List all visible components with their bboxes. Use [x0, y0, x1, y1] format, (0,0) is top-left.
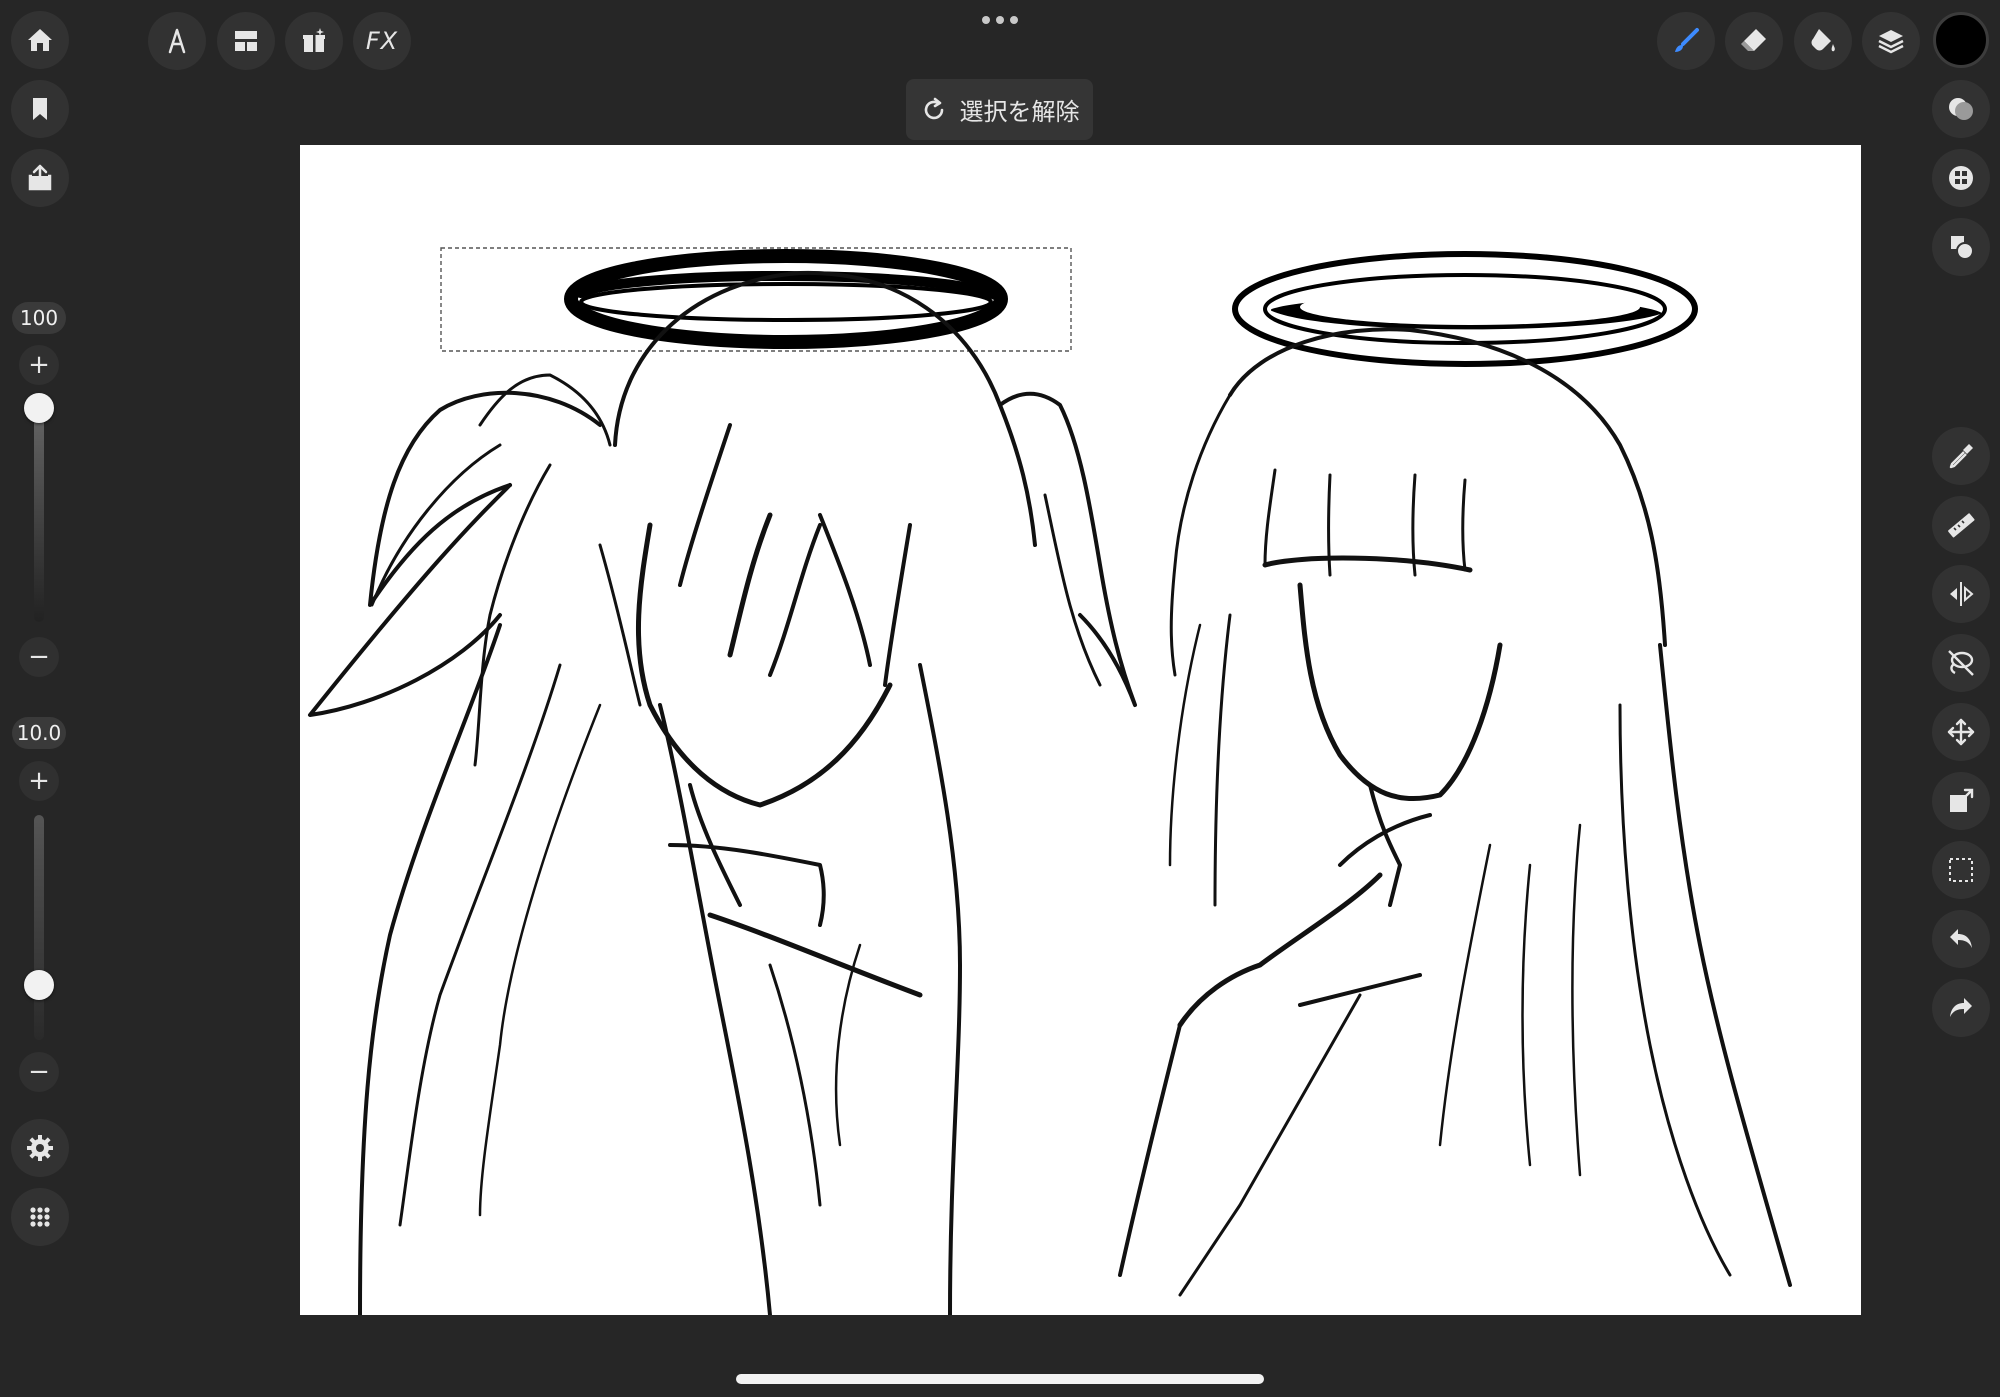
- bookmark-icon: [33, 98, 47, 120]
- deselect-label: 選択を解除: [959, 98, 1080, 126]
- layout-button[interactable]: [217, 12, 275, 70]
- transform-button[interactable]: [1932, 772, 1990, 830]
- ruler-button[interactable]: [1932, 496, 1990, 554]
- move-button[interactable]: [1932, 703, 1990, 761]
- size-value: 10.0: [12, 717, 66, 749]
- eraser-icon: [1741, 29, 1766, 51]
- ruler-icon: [1948, 513, 1975, 538]
- ellipsis-icon[interactable]: [978, 8, 1022, 32]
- layout-icon: [235, 31, 257, 51]
- opacity-minus-button[interactable]: −: [19, 637, 59, 677]
- shape-overlap-button[interactable]: [1932, 218, 1990, 276]
- bookmark-button[interactable]: [11, 80, 69, 138]
- home-icon: [28, 29, 52, 51]
- home-indicator[interactable]: [736, 1374, 1264, 1384]
- layers-button[interactable]: [1862, 12, 1920, 70]
- blend-icon: [1949, 98, 1973, 120]
- settings-icon: [27, 1135, 53, 1161]
- redo-button[interactable]: [1932, 979, 1990, 1037]
- drawing-canvas[interactable]: [300, 145, 1861, 1315]
- lasso-button[interactable]: [1932, 634, 1990, 692]
- shape-overlap-icon: [1951, 236, 1974, 260]
- apps-grid-icon: [30, 1207, 50, 1227]
- symmetry-button[interactable]: [1932, 565, 1990, 623]
- fx-button[interactable]: FX: [353, 12, 411, 70]
- transform-icon: [1950, 788, 1974, 812]
- blend-button[interactable]: [1932, 80, 1990, 138]
- text-tool-button[interactable]: [148, 12, 206, 70]
- move-icon: [1947, 718, 1975, 746]
- deselect-button[interactable]: 選択を解除: [906, 79, 1093, 140]
- lasso-icon: [1948, 650, 1974, 676]
- texture-icon: [1949, 166, 1973, 190]
- refresh-icon: [924, 97, 943, 119]
- layers-icon: [1878, 30, 1904, 54]
- fill-button[interactable]: [1794, 12, 1852, 70]
- settings-button[interactable]: [11, 1119, 69, 1177]
- fill-bucket-icon: [1811, 29, 1835, 52]
- eyedropper-button[interactable]: [1932, 427, 1990, 485]
- undo-button[interactable]: [1932, 910, 1990, 968]
- selection-icon: [1949, 858, 1973, 882]
- opacity-slider-track[interactable]: [34, 405, 44, 622]
- size-minus-button[interactable]: −: [19, 1052, 59, 1092]
- opacity-slider-knob[interactable]: [24, 393, 54, 423]
- opacity-value: 100: [12, 302, 66, 334]
- eyedropper-icon: [1949, 444, 1973, 469]
- size-slider-knob[interactable]: [24, 970, 54, 1000]
- texture-button[interactable]: [1932, 149, 1990, 207]
- apps-button[interactable]: [11, 1188, 69, 1246]
- brush-icon: [1675, 28, 1699, 52]
- share-icon: [28, 164, 52, 191]
- redo-icon: [1950, 998, 1972, 1017]
- symmetry-icon: [1950, 582, 1974, 606]
- home-button[interactable]: [11, 11, 69, 69]
- sketch-artwork: [308, 247, 1792, 1315]
- fx-icon: FX: [365, 27, 399, 55]
- opacity-plus-button[interactable]: +: [19, 345, 59, 385]
- share-button[interactable]: [11, 149, 69, 207]
- eraser-button[interactable]: [1725, 12, 1783, 70]
- size-plus-button[interactable]: +: [19, 761, 59, 801]
- brush-button[interactable]: [1657, 12, 1715, 70]
- color-swatch[interactable]: [1933, 12, 1989, 68]
- gift-icon: [303, 28, 325, 52]
- undo-icon: [1950, 929, 1972, 948]
- text-tool-icon: [168, 28, 186, 54]
- gift-button[interactable]: [285, 12, 343, 70]
- selection-button[interactable]: [1932, 841, 1990, 899]
- size-slider-track[interactable]: [34, 815, 44, 1040]
